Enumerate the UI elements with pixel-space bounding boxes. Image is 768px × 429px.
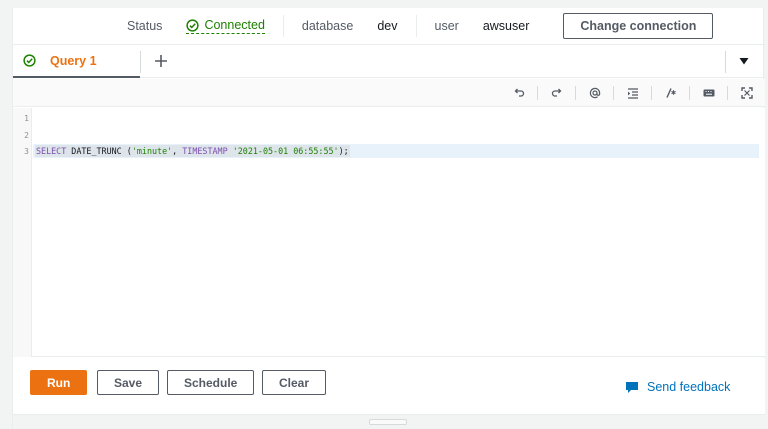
feedback-label: Send feedback <box>647 380 731 394</box>
divider <box>537 86 538 100</box>
query-editor-panel: Status Connected database dev user awsus… <box>12 8 765 429</box>
tab-menu-button[interactable] <box>737 54 751 68</box>
schedule-button[interactable]: Schedule <box>167 370 255 395</box>
connection-status[interactable]: Connected <box>186 18 265 34</box>
plus-icon <box>155 55 167 67</box>
divider <box>140 51 141 73</box>
line-number: 2 <box>24 131 29 140</box>
sql-keyword: TIMESTAMP <box>182 146 228 156</box>
send-feedback-link[interactable]: Send feedback <box>625 380 730 394</box>
user-label: user <box>434 19 459 33</box>
clear-button[interactable]: Clear <box>262 370 327 395</box>
save-button[interactable]: Save <box>97 370 160 395</box>
divider <box>725 51 726 73</box>
run-button[interactable]: Run <box>30 370 88 395</box>
query-actions-bar: Run Save Schedule Clear Send feedback <box>13 358 765 414</box>
divider <box>727 86 728 100</box>
line-number: 3 <box>24 147 29 156</box>
status-value: Connected <box>204 18 265 32</box>
code-line[interactable]: SELECT DATE_TRUNC ('minute', TIMESTAMP '… <box>35 145 350 157</box>
check-circle-icon <box>23 54 36 67</box>
connection-status-bar: Status Connected database dev user awsus… <box>13 8 765 44</box>
comment-icon[interactable] <box>663 85 679 101</box>
sql-keyword: SELECT <box>36 146 67 156</box>
feedback-icon <box>626 381 638 393</box>
database-value: dev <box>377 19 398 33</box>
line-number-gutter: 1 2 3 <box>13 108 32 357</box>
check-circle-icon <box>186 18 200 32</box>
sql-punct: ); <box>338 146 349 156</box>
divider <box>415 15 417 37</box>
add-tab-button[interactable] <box>150 49 172 73</box>
undo-icon[interactable] <box>511 85 527 101</box>
sql-editor[interactable]: 1 2 3 SELECT DATE_TRUNC ('minute', TIMES… <box>13 108 765 357</box>
tab-query-1[interactable]: Query 1 <box>13 45 140 78</box>
database-label: database <box>301 19 354 33</box>
caret-down-icon <box>739 58 749 65</box>
change-connection-button[interactable]: Change connection <box>563 13 714 39</box>
line-number: 1 <box>24 114 29 123</box>
sql-punct: , <box>172 146 183 156</box>
fullscreen-icon[interactable] <box>739 85 755 101</box>
divider <box>575 86 576 100</box>
sql-string: '2021-05-01 06:55:55' <box>232 146 339 156</box>
user-value: awsuser <box>482 19 530 33</box>
keyboard-icon[interactable] <box>701 85 717 101</box>
sql-string: 'minute' <box>131 146 173 156</box>
editor-toolbar <box>13 79 765 107</box>
tab-label: Query 1 <box>50 53 97 68</box>
redo-icon[interactable] <box>549 85 565 101</box>
resize-bar <box>13 414 765 429</box>
format-indent-icon[interactable] <box>625 85 641 101</box>
sql-function: DATE_TRUNC ( <box>66 146 132 156</box>
at-sign-icon[interactable] <box>587 85 603 101</box>
resize-handle[interactable] <box>369 419 407 425</box>
divider <box>282 15 284 37</box>
query-tab-bar: Query 1 <box>13 44 765 78</box>
status-label: Status <box>127 19 163 33</box>
divider <box>689 86 690 100</box>
divider <box>651 86 652 100</box>
divider <box>613 86 614 100</box>
